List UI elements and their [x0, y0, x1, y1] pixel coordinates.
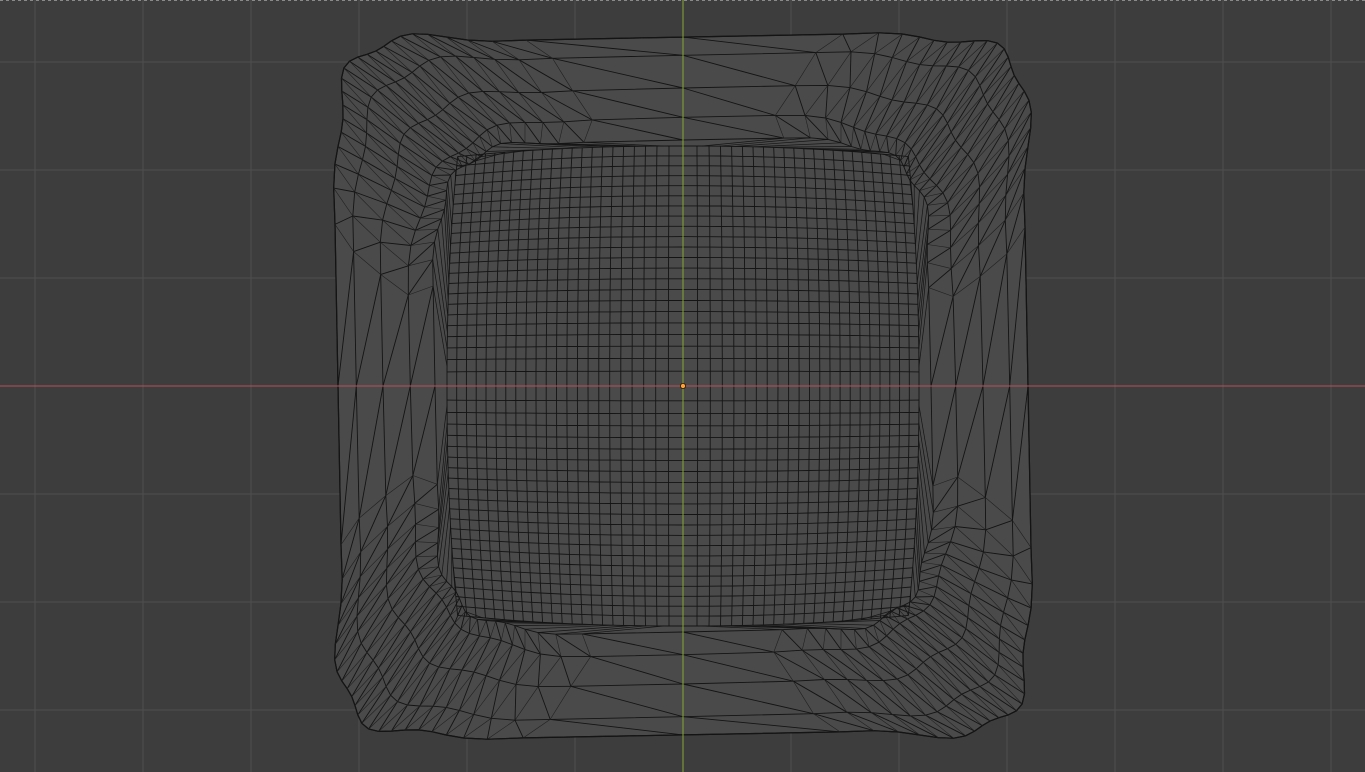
object-origin-icon[interactable] — [680, 382, 687, 389]
header-edge-dashes — [0, 0, 1365, 1]
3d-viewport[interactable] — [0, 0, 1365, 772]
